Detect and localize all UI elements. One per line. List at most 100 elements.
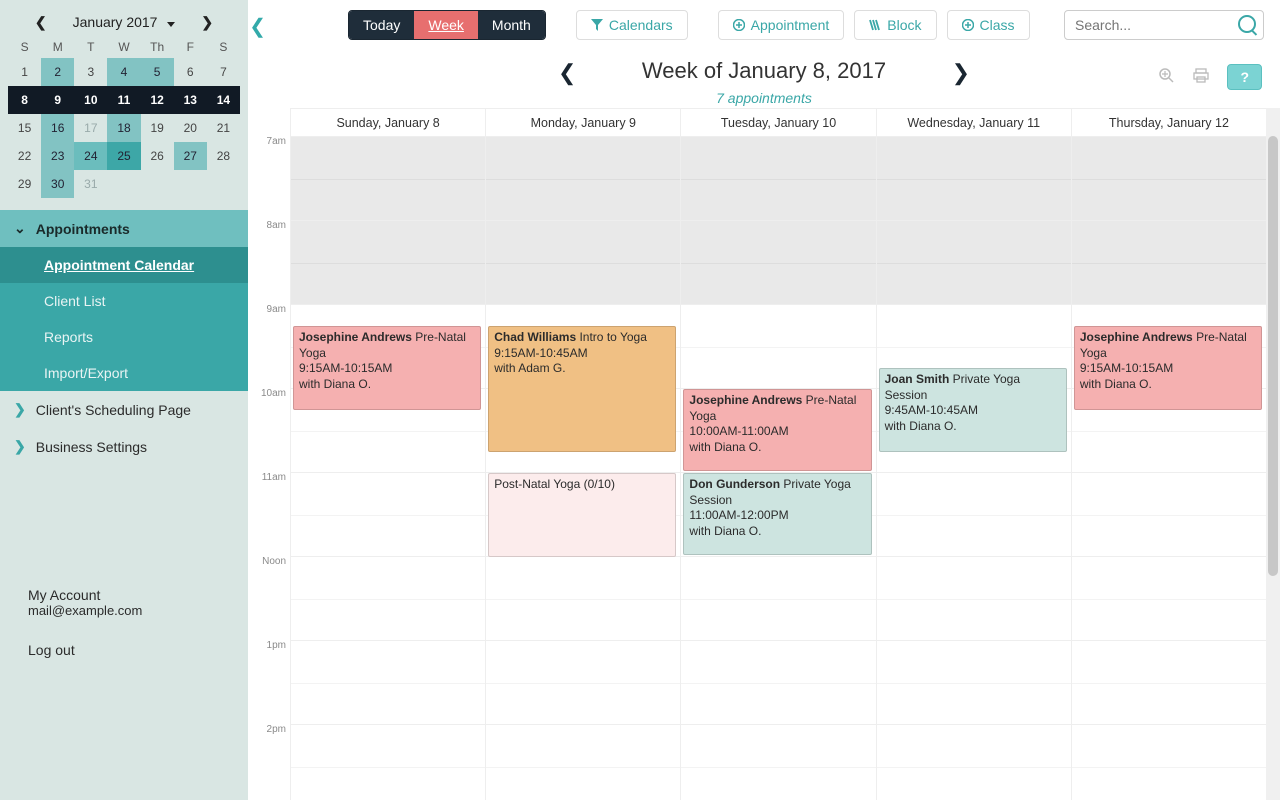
appointment-event[interactable]: Don Gunderson Private Yoga Session11:00A… [683,473,871,555]
sidebar-item-client-list[interactable]: Client List [0,283,248,319]
mini-cal-day[interactable]: 24 [74,142,107,170]
mini-cal-day[interactable]: 27 [174,142,207,170]
search-input[interactable] [1064,10,1264,40]
hour-slot[interactable] [877,725,1071,800]
mini-cal-day[interactable]: 14 [207,86,240,114]
new-appointment-button[interactable]: Appointment [718,10,845,40]
hour-slot[interactable] [486,725,680,800]
hour-slot[interactable] [486,641,680,725]
mini-cal-day[interactable]: 26 [141,142,174,170]
hour-slot[interactable] [681,641,875,725]
mini-cal-day[interactable]: 30 [41,170,74,198]
mini-cal-day[interactable]: 7 [207,58,240,86]
hour-slot[interactable] [681,137,875,221]
mini-cal-day[interactable]: 9 [41,86,74,114]
mini-cal-day[interactable]: 5 [141,58,174,86]
mini-cal-next-icon[interactable]: ❯ [195,14,219,31]
mini-cal-day[interactable]: 31 [74,170,107,198]
day-grid[interactable]: Josephine Andrews Pre-Natal Yoga9:15AM-1… [291,137,485,800]
mini-cal-day[interactable]: 4 [107,58,140,86]
mini-cal-day[interactable]: 28 [207,142,240,170]
appointment-event[interactable]: Chad Williams Intro to Yoga9:15AM-10:45A… [488,326,676,452]
new-block-button[interactable]: Block [854,10,936,40]
hour-slot[interactable] [291,473,485,557]
mini-cal-month-label[interactable]: January 2017 [73,14,176,30]
hour-slot[interactable] [1072,725,1266,800]
hour-slot[interactable] [1072,473,1266,557]
hour-slot[interactable] [486,221,680,305]
mini-cal-day[interactable]: 25 [107,142,140,170]
appointment-event[interactable]: Josephine Andrews Pre-Natal Yoga10:00AM-… [683,389,871,471]
mini-cal-day[interactable]: 20 [174,114,207,142]
day-grid[interactable]: Chad Williams Intro to Yoga9:15AM-10:45A… [486,137,680,800]
mini-cal-day[interactable]: 29 [8,170,41,198]
calendars-filter-button[interactable]: Calendars [576,10,688,40]
mini-cal-day[interactable]: 10 [74,86,107,114]
mini-cal-day[interactable]: 21 [207,114,240,142]
appointment-event[interactable]: Josephine Andrews Pre-Natal Yoga9:15AM-1… [1074,326,1262,410]
mini-cal-day[interactable]: 12 [141,86,174,114]
logout-link[interactable]: Log out [0,630,248,670]
mini-cal-day[interactable]: 6 [174,58,207,86]
mini-cal-day[interactable]: 8 [8,86,41,114]
sidebar-item-appointment-calendar[interactable]: Appointment Calendar [0,247,248,283]
hour-slot[interactable] [681,305,875,389]
appointment-event[interactable]: Joan Smith Private Yoga Session9:45AM-10… [879,368,1067,452]
hour-slot[interactable] [1072,557,1266,641]
week-prev-icon[interactable]: ❮ [558,60,576,86]
hour-slot[interactable] [291,221,485,305]
hour-slot[interactable] [877,641,1071,725]
print-icon[interactable] [1193,68,1209,87]
week-next-icon[interactable]: ❯ [952,60,970,86]
mini-cal-day[interactable]: 22 [8,142,41,170]
day-grid[interactable]: Josephine Andrews Pre-Natal Yoga9:15AM-1… [1072,137,1266,800]
today-button[interactable]: Today [349,11,414,39]
hour-slot[interactable] [681,725,875,800]
week-button[interactable]: Week [414,11,478,39]
nav-link-business-settings[interactable]: ❯ Business Settings [0,428,248,465]
mini-cal-day[interactable]: 13 [174,86,207,114]
appointment-event[interactable]: Josephine Andrews Pre-Natal Yoga9:15AM-1… [293,326,481,410]
help-button[interactable]: ? [1227,64,1262,90]
sidebar-item-import-export[interactable]: Import/Export [0,355,248,391]
search-icon[interactable] [1238,15,1256,33]
hour-slot[interactable] [1072,221,1266,305]
day-grid[interactable]: Joan Smith Private Yoga Session9:45AM-10… [877,137,1071,800]
mini-cal-day[interactable]: 19 [141,114,174,142]
mini-cal-day[interactable]: 17 [74,114,107,142]
hour-slot[interactable] [681,221,875,305]
hour-slot[interactable] [877,557,1071,641]
month-button[interactable]: Month [478,11,545,39]
hour-slot[interactable] [291,137,485,221]
appointment-event[interactable]: Post-Natal Yoga (0/10) [488,473,676,557]
hour-slot[interactable] [486,557,680,641]
mini-cal-day[interactable]: 16 [41,114,74,142]
hour-slot[interactable] [681,557,875,641]
hour-slot[interactable] [291,557,485,641]
zoom-icon[interactable] [1159,68,1175,87]
sidebar-item-reports[interactable]: Reports [0,319,248,355]
new-class-button[interactable]: Class [947,10,1030,40]
hour-slot[interactable] [877,137,1071,221]
hour-slot[interactable] [1072,137,1266,221]
sidebar-collapse-icon[interactable]: ❮ [249,14,266,39]
mini-cal-prev-icon[interactable]: ❮ [29,14,53,31]
hour-slot[interactable] [291,641,485,725]
mini-cal-day[interactable]: 3 [74,58,107,86]
nav-link-clients-page[interactable]: ❯ Client's Scheduling Page [0,391,248,428]
mini-cal-day[interactable]: 2 [41,58,74,86]
nav-group-appointments[interactable]: ⌄ Appointments [0,210,248,247]
scrollbar-thumb[interactable] [1268,136,1278,576]
scrollbar[interactable] [1266,108,1280,800]
hour-slot[interactable] [1072,641,1266,725]
hour-slot[interactable] [486,137,680,221]
account-label[interactable]: My Account [28,587,220,603]
mini-cal-day[interactable]: 23 [41,142,74,170]
hour-slot[interactable] [291,725,485,800]
hour-slot[interactable] [877,221,1071,305]
mini-cal-day[interactable]: 11 [107,86,140,114]
mini-cal-day[interactable]: 18 [107,114,140,142]
mini-cal-day[interactable]: 1 [8,58,41,86]
hour-slot[interactable] [877,473,1071,557]
day-grid[interactable]: Josephine Andrews Pre-Natal Yoga10:00AM-… [681,137,875,800]
